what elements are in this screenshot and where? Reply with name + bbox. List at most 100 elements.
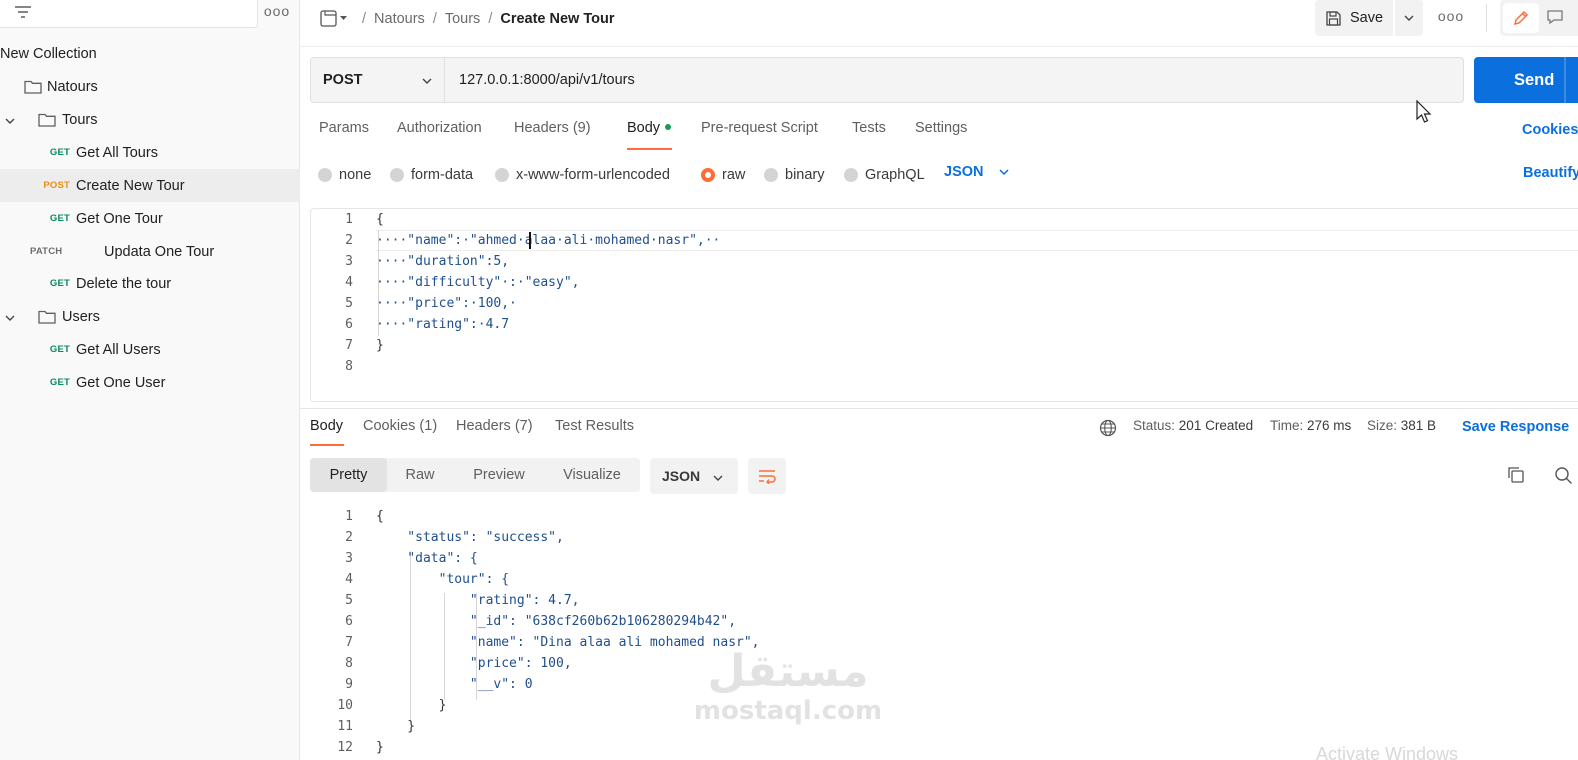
breadcrumb-natours[interactable]: Natours <box>374 11 425 27</box>
filter-icon[interactable] <box>14 4 32 23</box>
view-preview-button[interactable]: Preview <box>465 458 533 492</box>
size-info[interactable]: Size: 381 B <box>1367 418 1436 433</box>
time-info[interactable]: Time: 276 ms <box>1270 418 1351 433</box>
sidebar-item-users[interactable]: Users <box>0 300 300 333</box>
save-icon <box>1325 10 1342 27</box>
response-tab-test-results[interactable]: Test Results <box>555 418 634 434</box>
breadcrumb: / Natours / Tours / Create New Tour <box>320 6 615 32</box>
line-number: 2 <box>345 233 353 248</box>
response-code-line: { <box>376 509 384 524</box>
line-number: 12 <box>337 740 353 755</box>
radio-urlencoded[interactable]: x-www-form-urlencoded <box>495 167 670 183</box>
tab-headers[interactable]: Headers (9) <box>514 120 591 144</box>
body-format-select[interactable]: JSON <box>944 164 1010 180</box>
radio-raw[interactable]: raw <box>701 167 745 183</box>
sidebar-item-create-new-tour[interactable]: POST Create New Tour <box>0 169 300 202</box>
sidebar-item-label: Delete the tour <box>76 275 172 292</box>
line-number: 2 <box>345 530 353 545</box>
response-format-select[interactable]: JSON <box>650 458 738 494</box>
radio-indicator-selected <box>701 168 715 182</box>
time-label: Time: <box>1270 418 1304 433</box>
code-line: ····"duration":5, <box>376 254 510 269</box>
tab-authorization[interactable]: Authorization <box>397 120 482 144</box>
save-dropdown-button[interactable] <box>1395 0 1423 36</box>
radio-binary[interactable]: binary <box>764 167 825 183</box>
sidebar-item-delete-tour[interactable]: GET Delete the tour <box>0 267 300 300</box>
code-line: ····"price":·100,· <box>376 296 517 311</box>
radio-label: form-data <box>411 167 474 183</box>
sidebar-item-get-all-users[interactable]: GET Get All Users <box>0 333 300 366</box>
tab-settings[interactable]: Settings <box>915 120 967 144</box>
response-code-line: "status": "success", <box>376 530 564 545</box>
chevron-down-icon[interactable] <box>4 114 16 126</box>
response-tab-body[interactable]: Body <box>310 418 343 434</box>
sidebar-item-tours[interactable]: Tours <box>0 103 300 136</box>
search-icon[interactable] <box>1554 466 1574 487</box>
view-pretty-button[interactable]: Pretty <box>310 458 387 492</box>
edit-mode-button[interactable] <box>1503 3 1539 33</box>
folder-icon <box>38 309 56 324</box>
globe-icon[interactable] <box>1099 419 1117 440</box>
sidebar-more-icon[interactable]: ooo <box>262 3 292 25</box>
save-button[interactable]: Save <box>1315 0 1393 36</box>
sidebar-item-natours[interactable]: Natours <box>0 70 300 103</box>
request-type-icon[interactable] <box>320 10 348 28</box>
response-tab-cookies[interactable]: Cookies (1) <box>363 418 437 434</box>
sidebar-item-get-one-user[interactable]: GET Get One User <box>0 366 300 399</box>
view-raw-button[interactable]: Raw <box>390 458 450 492</box>
beautify-link[interactable]: Beautify <box>1523 165 1578 181</box>
response-code-line: "price": 100, <box>376 656 572 671</box>
header-divider-line <box>300 46 1578 47</box>
method-select[interactable]: POST <box>311 58 445 102</box>
sidebar-item-update-one-tour[interactable]: PATCH Updata One Tour <box>0 235 300 268</box>
tab-count: (7) <box>514 418 533 434</box>
radio-graphql[interactable]: GraphQL <box>844 167 925 183</box>
sidebar-item-get-all-tours[interactable]: GET Get All Tours <box>0 136 300 169</box>
line-number: 7 <box>345 635 353 650</box>
chevron-down-icon[interactable] <box>4 311 16 323</box>
line-number: 6 <box>345 317 353 332</box>
radio-form-data[interactable]: form-data <box>390 167 473 183</box>
header-more-icon[interactable]: ooo <box>1436 8 1466 28</box>
radio-none[interactable]: none <box>318 167 371 183</box>
filter-box[interactable] <box>0 0 258 28</box>
modified-indicator <box>665 124 672 131</box>
url-input[interactable] <box>459 58 1449 102</box>
method-badge: GET <box>49 278 70 289</box>
time-value: 276 ms <box>1307 418 1352 433</box>
view-visualize-button[interactable]: Visualize <box>555 458 629 492</box>
sidebar-item-get-one-tour[interactable]: GET Get One Tour <box>0 202 300 235</box>
size-value: 381 B <box>1400 418 1437 433</box>
page-title[interactable]: Create New Tour <box>500 11 614 27</box>
radio-label: raw <box>722 167 746 183</box>
tab-pre-request-script[interactable]: Pre-request Script <box>701 120 818 144</box>
tab-tests[interactable]: Tests <box>852 120 886 144</box>
pane-divider[interactable] <box>300 408 1578 409</box>
response-code-line: } <box>376 740 384 755</box>
copy-icon[interactable] <box>1507 466 1525 487</box>
status-info[interactable]: Status: 201 Created <box>1133 418 1253 433</box>
cookies-link[interactable]: Cookies <box>1522 122 1578 138</box>
sidebar-item-label: Updata One Tour <box>104 243 215 260</box>
breadcrumb-tours[interactable]: Tours <box>445 11 480 27</box>
wrap-lines-button[interactable] <box>748 458 786 494</box>
sidebar-item-label: Get One Tour <box>76 210 163 227</box>
tab-body[interactable]: Body <box>627 120 672 144</box>
method-badge: POST <box>43 180 70 191</box>
collection-label: New Collection <box>0 45 97 62</box>
tab-params[interactable]: Params <box>319 120 369 144</box>
line-number: 4 <box>345 572 353 587</box>
save-response-button[interactable]: Save Response <box>1462 419 1569 435</box>
code-line: ····"rating":·4.7 <box>376 317 510 332</box>
status-value: 201 Created <box>1178 418 1254 433</box>
comment-icon[interactable] <box>1546 9 1564 28</box>
response-tab-headers[interactable]: Headers (7) <box>456 418 533 434</box>
format-value: JSON <box>944 164 984 180</box>
collection-item[interactable]: New Collection <box>0 37 300 70</box>
chevron-down-icon <box>421 75 433 91</box>
line-number: 7 <box>345 338 353 353</box>
line-number: 1 <box>345 509 353 524</box>
send-button[interactable]: Send <box>1474 57 1578 103</box>
chevron-down-icon <box>1403 12 1415 24</box>
response-view-switcher: Pretty Raw Preview Visualize <box>310 458 640 492</box>
